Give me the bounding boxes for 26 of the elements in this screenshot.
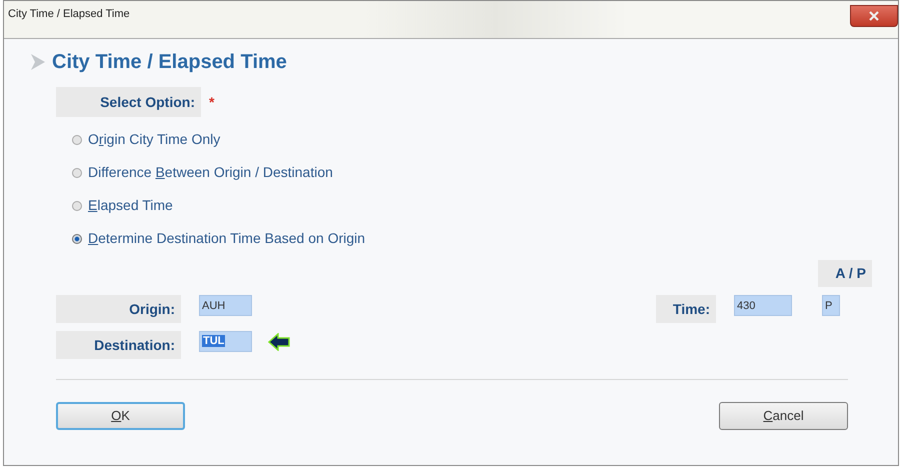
destination-field[interactable]: TUL [199, 331, 252, 352]
radio-button[interactable] [72, 134, 82, 144]
close-icon [869, 11, 879, 21]
radio-button[interactable] [72, 234, 82, 244]
cancel-button[interactable]: Cancel [719, 402, 848, 430]
radio-button[interactable] [72, 168, 82, 178]
field-label: Select Option: [56, 87, 201, 117]
arrow-icon [268, 333, 290, 351]
radio-button[interactable] [72, 200, 82, 210]
option-label[interactable]: Elapsed Time [88, 195, 173, 216]
chevron-icon [30, 53, 46, 71]
time-field[interactable]: 430 [734, 295, 792, 316]
option-label[interactable]: Origin City Time Only [88, 129, 220, 150]
origin-field[interactable]: AUH [199, 295, 252, 316]
close-button[interactable] [850, 5, 898, 27]
option-label[interactable]: Determine Destination Time Based on Origin [88, 228, 366, 249]
column-label: A / P [818, 260, 872, 287]
field-label: Origin: [56, 295, 181, 323]
field-label: Destination: [56, 331, 181, 359]
field-label: Time: [656, 295, 716, 323]
page-heading: City Time / Elapsed Time [52, 50, 287, 75]
ok-button[interactable]: OK [56, 402, 185, 430]
required-mark: * [209, 92, 214, 112]
am-pm-field[interactable]: P [822, 295, 840, 316]
option-label[interactable]: Difference Between Origin / Destination [88, 162, 333, 183]
window-title: City Time / Elapsed Time [7, 7, 130, 22]
